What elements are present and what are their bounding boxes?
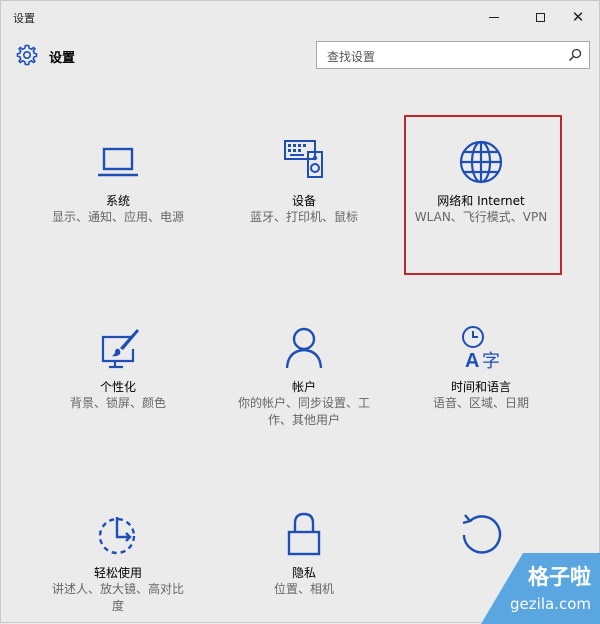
tile-time-language[interactable]: A 字 时间和语言 语音、区域、日期 [406, 323, 556, 412]
svg-text:A: A [465, 350, 479, 372]
minimize-icon [489, 16, 499, 18]
tile-description: 背景、锁屏、颜色 [69, 396, 166, 410]
tile-devices[interactable]: 设备 蓝牙、打印机、鼠标 [229, 137, 379, 226]
tile-ease-of-access[interactable]: 轻松使用 讲述人、放大镜、高对比度 [43, 509, 193, 615]
settings-window: 设置 ✕ 设置 查找设置 系统 显示、通知、应用、电源 设备 蓝牙、打印机、鼠标… [0, 0, 600, 624]
lock-icon [287, 512, 321, 556]
watermark-line2: gezila.com [510, 595, 591, 613]
search-icon[interactable] [567, 47, 583, 63]
tile-accounts[interactable]: 帐户 你的帐户、同步设置、工作、其他用户 [229, 323, 379, 429]
close-icon: ✕ [571, 7, 585, 26]
watermark-line1: 格子啦 [528, 565, 591, 589]
svg-text:字: 字 [482, 351, 500, 372]
tile-name: 隐私 [291, 566, 316, 580]
title-bar: 设置 ✕ [1, 1, 599, 33]
tile-name: 帐户 [291, 380, 316, 394]
highlight-box [404, 115, 562, 275]
tile-system[interactable]: 系统 显示、通知、应用、电源 [43, 137, 193, 226]
tile-name: 设备 [291, 194, 316, 208]
maximize-icon [535, 12, 545, 22]
tile-personalization[interactable]: 个性化 背景、锁屏、颜色 [43, 323, 193, 412]
tile-description: 蓝牙、打印机、鼠标 [249, 210, 358, 224]
time-language-icon: A 字 [462, 326, 500, 372]
tile-name: 系统 [105, 194, 130, 208]
tile-description: 讲述人、放大镜、高对比度 [51, 582, 184, 613]
ease-of-access-icon [98, 517, 136, 555]
close-button[interactable]: ✕ [555, 1, 600, 33]
minimize-button[interactable] [471, 1, 517, 33]
tile-name: 个性化 [99, 380, 136, 394]
keyboard-speaker-icon [284, 140, 323, 178]
tile-description: 位置、相机 [273, 582, 334, 596]
search-placeholder: 查找设置 [327, 50, 376, 64]
paint-monitor-icon [101, 329, 139, 369]
gear-icon [16, 44, 38, 66]
settings-header: 设置 查找设置 [13, 41, 590, 71]
tile-name: 时间和语言 [450, 380, 511, 394]
person-icon [285, 327, 323, 369]
tile-description: 你的帐户、同步设置、工作、其他用户 [237, 396, 370, 427]
update-refresh-icon [462, 514, 502, 554]
window-title: 设置 [13, 12, 35, 25]
page-title: 设置 [49, 51, 76, 66]
tile-description: 语音、区域、日期 [432, 396, 529, 410]
laptop-icon [98, 147, 138, 177]
tile-name: 轻松使用 [93, 566, 142, 580]
search-input[interactable]: 查找设置 [316, 41, 590, 69]
tile-description: 显示、通知、应用、电源 [51, 210, 184, 224]
tile-privacy[interactable]: 隐私 位置、相机 [229, 509, 379, 598]
